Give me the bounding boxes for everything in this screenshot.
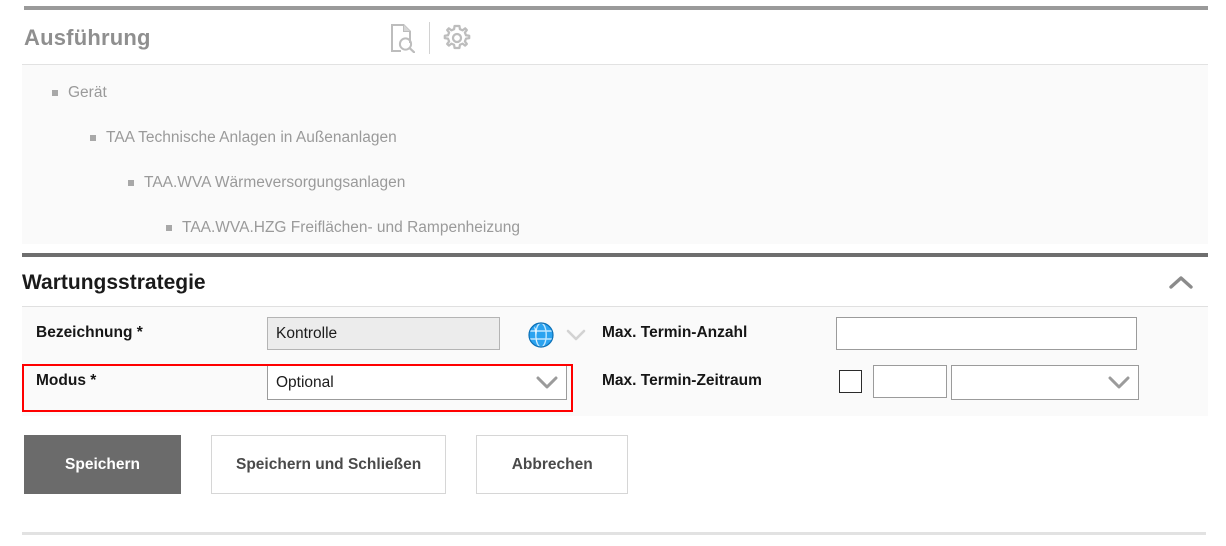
form-row: Bezeichnung * Max. Termin-Anzah [22,310,1208,358]
bullet-icon [90,135,96,141]
save-and-close-button[interactable]: Speichern und Schließen [211,435,446,494]
document-search-icon[interactable] [379,15,425,61]
classification-tree: Gerät TAA Technische Anlagen in Außenanl… [22,64,1208,244]
cancel-button[interactable]: Abbrechen [476,435,628,494]
modus-label: Modus * [36,372,96,390]
max-termin-zeitraum-checkbox[interactable] [839,370,862,393]
tree-item-label: TAA Technische Anlagen in Außenanlagen [106,129,397,147]
execution-section-header: Ausführung [24,14,1208,62]
tree-item[interactable]: TAA.WVA.HZG Freiflächen- und Rampenheizu… [166,218,520,238]
bullet-icon [166,225,172,231]
tree-item[interactable]: Gerät [52,83,107,103]
globe-icon[interactable] [528,322,554,348]
bezeichnung-input[interactable] [267,317,500,350]
modus-selected-value: Optional [276,374,536,392]
strategy-top-rule [22,253,1208,257]
modus-select[interactable]: Optional [267,365,567,400]
max-termin-zeitraum-amount-input[interactable] [873,365,947,398]
max-termin-zeitraum-label: Max. Termin-Zeitraum [602,372,762,390]
gear-icon[interactable] [434,15,480,61]
max-termin-anzahl-label: Max. Termin-Anzahl [602,324,747,342]
chevron-down-icon [1108,375,1130,390]
section-top-rule [24,6,1208,10]
strategy-form: Bezeichnung * Max. Termin-Anzah [22,306,1208,416]
strategy-section-header: Wartungsstrategie [22,260,1208,306]
page-title: Ausführung [24,25,151,51]
tree-item-label: TAA.WVA.HZG Freiflächen- und Rampenheizu… [182,219,520,237]
header-icon-group [379,14,480,62]
max-termin-anzahl-input[interactable] [836,317,1137,350]
max-termin-zeitraum-unit-select[interactable] [951,365,1139,400]
chevron-down-icon [536,375,558,390]
bottom-divider [22,532,1206,535]
chevron-down-icon[interactable] [565,326,587,344]
tree-item[interactable]: TAA Technische Anlagen in Außenanlagen [90,128,397,148]
bullet-icon [128,180,134,186]
tree-item-label: TAA.WVA Wärmeversorgungsanlagen [144,174,405,192]
save-button[interactable]: Speichern [24,435,181,494]
tree-item-label: Gerät [68,84,107,102]
form-row: Modus * Optional Max. Termin-Zeitraum [22,358,1208,406]
bezeichnung-label: Bezeichnung * [36,324,143,342]
form-actions: Speichern Speichern und Schließen Abbrec… [24,435,628,495]
tree-item[interactable]: TAA.WVA Wärmeversorgungsanlagen [128,173,405,193]
chevron-up-icon[interactable] [1160,262,1202,304]
bullet-icon [52,90,58,96]
icon-divider [429,22,430,54]
form-page: Ausführung [0,0,1226,546]
section-title: Wartungsstrategie [22,271,206,295]
